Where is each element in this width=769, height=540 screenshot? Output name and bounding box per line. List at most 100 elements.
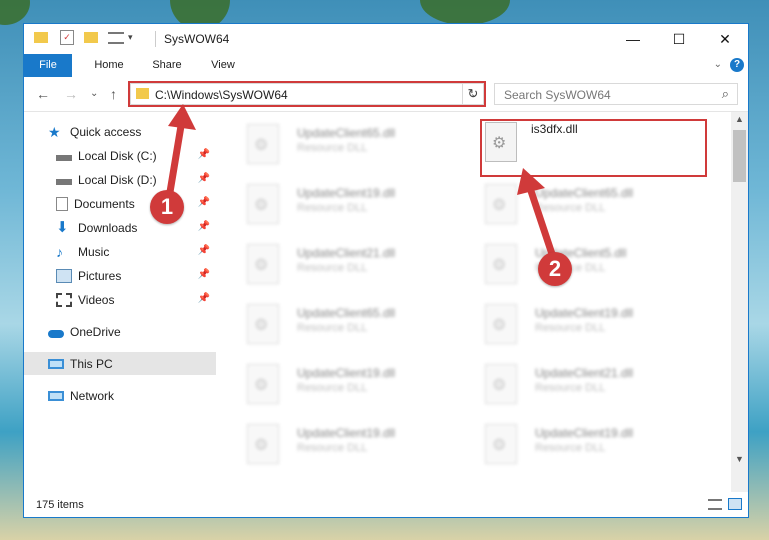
file-type: Resource DLL <box>297 322 368 334</box>
help-icon[interactable]: ? <box>730 58 744 72</box>
expand-ribbon-icon[interactable]: ⌄ <box>714 59 722 70</box>
pin-icon[interactable]: 📌 <box>198 197 210 208</box>
sidebar-item-label: Videos <box>78 292 115 307</box>
file-name: UpdateClient19.dll <box>297 366 396 380</box>
properties-icon[interactable]: ✓ <box>60 30 74 45</box>
file-item[interactable]: UpdateClient65.dll Resource DLL <box>247 122 477 172</box>
scroll-up-icon[interactable]: ▲ <box>735 114 744 124</box>
file-type: Resource DLL <box>297 142 368 154</box>
tab-share[interactable]: Share <box>142 54 192 77</box>
file-item[interactable]: UpdateClient19.dll Resource DLL <box>247 362 477 412</box>
chevron-down-icon[interactable]: ▾ <box>128 32 133 43</box>
dll-file-icon <box>485 424 517 464</box>
sidebar-item-label: Local Disk (C:) <box>78 148 157 163</box>
dll-file-icon <box>247 124 279 164</box>
minimize-button[interactable]: — <box>610 24 656 54</box>
music-icon: ♪ <box>56 243 63 260</box>
network-icon <box>48 390 64 401</box>
file-item[interactable]: UpdateClient21.dll Resource DLL <box>485 362 715 412</box>
dll-file-icon <box>485 184 517 224</box>
file-item[interactable]: UpdateClient5.dll Resource DLL <box>485 242 715 292</box>
scroll-down-icon[interactable]: ▼ <box>735 454 744 464</box>
forward-arrow-icon[interactable]: → <box>64 86 78 102</box>
download-icon: ⬇ <box>56 218 69 236</box>
sidebar-item-music[interactable]: ♪ Music 📌 <box>24 240 216 263</box>
explorer-window: ✓ ▾ SysWOW64 — ☐ ✕ File Home Share View … <box>23 23 749 518</box>
sidebar-item-label: Downloads <box>78 220 138 235</box>
file-type: Resource DLL <box>297 442 368 454</box>
sidebar-item-local-disk-d[interactable]: Local Disk (D:) 📌 <box>24 168 216 191</box>
pin-icon[interactable]: 📌 <box>198 221 210 232</box>
file-name: UpdateClient19.dll <box>297 186 396 200</box>
up-arrow-icon[interactable]: ↑ <box>110 86 117 102</box>
sidebar-item-videos[interactable]: Videos 📌 <box>24 288 216 311</box>
sidebar-item-quick-access[interactable]: ★ Quick access <box>24 120 216 143</box>
pin-icon[interactable]: 📌 <box>198 245 210 256</box>
tab-file[interactable]: File <box>24 54 72 77</box>
file-item[interactable]: UpdateClient21.dll Resource DLL <box>247 242 477 292</box>
new-folder-icon[interactable] <box>84 32 98 43</box>
maximize-button[interactable]: ☐ <box>656 24 702 54</box>
sidebar-item-label: Music <box>78 244 110 259</box>
file-name: UpdateClient19.dll <box>297 426 396 440</box>
file-highlight-box <box>480 119 707 177</box>
quick-access-toolbar: ✓ ▾ <box>34 30 133 45</box>
file-name: UpdateClient19.dll <box>535 426 634 440</box>
dll-file-icon <box>485 364 517 404</box>
divider <box>155 31 156 47</box>
navigation-pane: ★ Quick access Local Disk (C:) 📌 Local D… <box>24 112 216 492</box>
customize-toolbar-icon[interactable] <box>108 31 124 44</box>
background-palm <box>420 0 510 25</box>
file-item[interactable]: UpdateClient65.dll Resource DLL <box>485 182 715 232</box>
details-view-icon[interactable] <box>708 499 722 510</box>
search-placeholder: Search SysWOW64 <box>504 88 611 102</box>
file-item[interactable]: UpdateClient19.dll Resource DLL <box>485 302 715 352</box>
sidebar-item-documents[interactable]: Documents 📌 <box>24 192 216 215</box>
file-name: UpdateClient21.dll <box>297 246 396 260</box>
sidebar-item-downloads[interactable]: ⬇ Downloads 📌 <box>24 216 216 239</box>
vertical-scrollbar[interactable]: ▲ ▼ <box>731 112 748 492</box>
pin-icon[interactable]: 📌 <box>198 269 210 280</box>
sidebar-item-local-disk-c[interactable]: Local Disk (C:) 📌 <box>24 144 216 167</box>
dll-file-icon <box>247 184 279 224</box>
file-item[interactable]: UpdateClient19.dll Resource DLL <box>247 422 477 472</box>
sidebar-item-network[interactable]: Network <box>24 384 216 407</box>
sidebar-item-label: This PC <box>70 356 113 371</box>
sidebar-item-onedrive[interactable]: OneDrive <box>24 320 216 343</box>
sidebar-item-label: OneDrive <box>70 324 121 339</box>
tab-view[interactable]: View <box>198 54 248 77</box>
dll-file-icon <box>247 424 279 464</box>
pin-icon[interactable]: 📌 <box>198 149 210 160</box>
pin-icon[interactable]: 📌 <box>198 173 210 184</box>
star-icon: ★ <box>48 123 61 140</box>
recent-locations-icon[interactable]: ⌄ <box>90 88 98 99</box>
back-arrow-icon[interactable]: ← <box>36 86 50 102</box>
file-item[interactable]: UpdateClient65.dll Resource DLL <box>247 302 477 352</box>
file-name: UpdateClient65.dll <box>297 306 396 320</box>
sidebar-item-this-pc[interactable]: This PC <box>24 352 216 375</box>
documents-icon <box>56 196 68 211</box>
drive-icon <box>56 154 72 161</box>
file-name: UpdateClient65.dll <box>297 126 396 140</box>
computer-icon <box>48 358 64 369</box>
file-type: Resource DLL <box>535 382 606 394</box>
status-bar: 175 items <box>24 493 748 517</box>
address-highlight-box <box>128 81 486 107</box>
search-input[interactable]: Search SysWOW64 ⌕ <box>494 83 738 105</box>
sidebar-item-label: Documents <box>74 196 135 211</box>
file-type: Resource DLL <box>535 322 606 334</box>
pin-icon[interactable]: 📌 <box>198 293 210 304</box>
file-name: UpdateClient21.dll <box>535 366 634 380</box>
ribbon-tabs: File Home Share View ⌄ ? <box>24 54 748 77</box>
step-2-badge: 2 <box>538 252 572 286</box>
file-item[interactable]: UpdateClient19.dll Resource DLL <box>485 422 715 472</box>
file-type: Resource DLL <box>297 202 368 214</box>
scrollbar-thumb[interactable] <box>733 130 746 182</box>
file-name: UpdateClient19.dll <box>535 306 634 320</box>
large-icons-view-icon[interactable] <box>728 498 742 510</box>
navigation-bar: ← → ⌄ ↑ C:\Windows\SysWOW64 ⌄ ↻ Search S… <box>24 77 748 112</box>
file-item[interactable]: UpdateClient19.dll Resource DLL <box>247 182 477 232</box>
tab-home[interactable]: Home <box>84 54 134 77</box>
sidebar-item-pictures[interactable]: Pictures 📌 <box>24 264 216 287</box>
close-button[interactable]: ✕ <box>702 24 748 54</box>
